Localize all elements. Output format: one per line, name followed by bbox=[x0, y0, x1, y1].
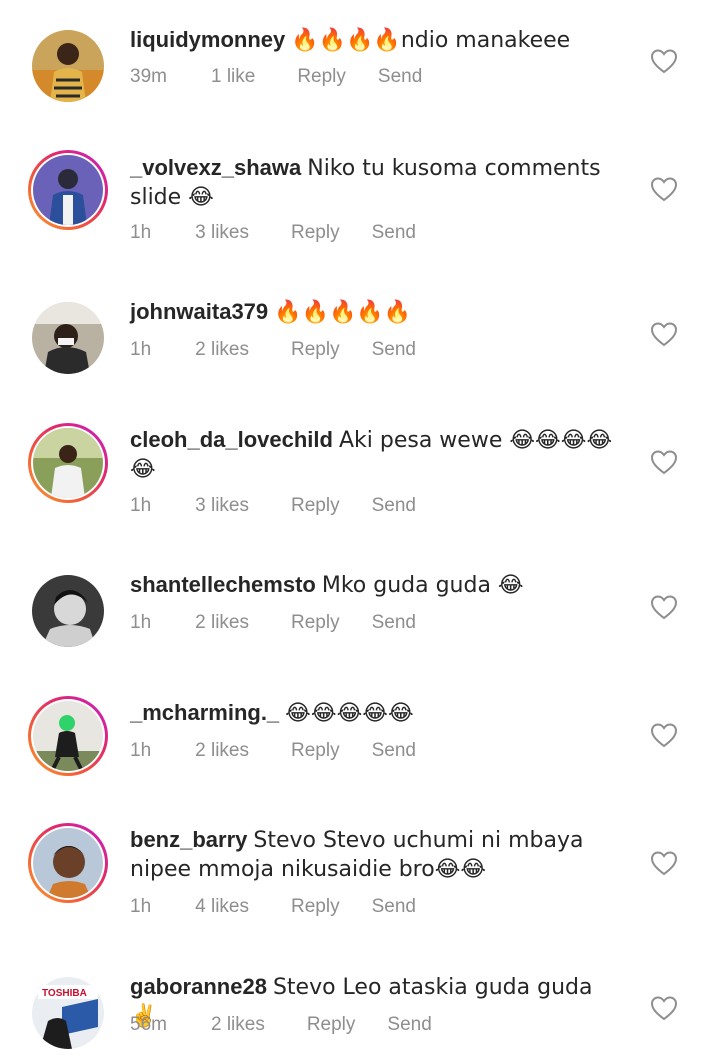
send-button[interactable]: Send bbox=[372, 740, 416, 762]
heart-outline-icon[interactable] bbox=[650, 321, 678, 347]
username[interactable]: johnwaita379 bbox=[130, 299, 268, 324]
avatar[interactable]: TOSHIBA bbox=[28, 973, 108, 1053]
comment-text: _volvexz_shawa Niko tu kusoma comments sl… bbox=[130, 154, 620, 212]
comment-meta: 56m 2 likes Reply Send bbox=[130, 1014, 472, 1036]
username[interactable]: shantellechemsto bbox=[130, 572, 316, 597]
heart-outline-icon[interactable] bbox=[650, 594, 678, 620]
send-button[interactable]: Send bbox=[372, 339, 416, 361]
likes-count[interactable]: 3 likes bbox=[195, 222, 249, 244]
heart-outline-icon[interactable] bbox=[650, 995, 678, 1021]
avatar[interactable] bbox=[28, 696, 108, 776]
timestamp: 39m bbox=[130, 66, 167, 87]
likes-count[interactable]: 2 likes bbox=[211, 1014, 265, 1036]
avatar[interactable] bbox=[28, 26, 108, 106]
timestamp: 1h bbox=[130, 740, 152, 761]
username[interactable]: _volvexz_shawa bbox=[130, 155, 301, 180]
avatar[interactable] bbox=[28, 150, 108, 230]
comments-list: liquidymonney 🔥🔥🔥🔥ndio manakeee 39m 1 lik… bbox=[0, 0, 720, 1063]
comment-meta: 1h 2 likes Reply Send bbox=[130, 612, 456, 634]
timestamp: 1h bbox=[130, 495, 152, 516]
comment-text: liquidymonney 🔥🔥🔥🔥ndio manakeee bbox=[130, 26, 620, 55]
svg-text:TOSHIBA: TOSHIBA bbox=[42, 988, 87, 999]
comment-meta: 1h 3 likes Reply Send bbox=[130, 222, 456, 244]
avatar[interactable] bbox=[28, 423, 108, 503]
reply-button[interactable]: Reply bbox=[291, 740, 340, 762]
comment-body: Mko guda guda 😂 bbox=[321, 573, 524, 598]
comment-meta: 1h 2 likes Reply Send bbox=[130, 740, 456, 762]
timestamp: 1h bbox=[130, 339, 152, 360]
send-button[interactable]: Send bbox=[372, 612, 416, 634]
likes-count[interactable]: 2 likes bbox=[195, 740, 249, 762]
comment-meta: 1h 4 likes Reply Send bbox=[130, 896, 456, 918]
avatar[interactable] bbox=[28, 571, 108, 651]
likes-count[interactable]: 2 likes bbox=[195, 612, 249, 634]
avatar[interactable] bbox=[28, 823, 108, 903]
likes-count[interactable]: 2 likes bbox=[195, 339, 249, 361]
comment-text: johnwaita379 🔥🔥🔥🔥🔥 bbox=[130, 298, 620, 327]
send-button[interactable]: Send bbox=[372, 222, 416, 244]
reply-button[interactable]: Reply bbox=[297, 66, 346, 88]
reply-button[interactable]: Reply bbox=[291, 339, 340, 361]
comment-text: cleoh_da_lovechild Aki pesa wewe 😂😂😂😂😂 bbox=[130, 426, 620, 484]
username[interactable]: gaboranne28 bbox=[130, 974, 267, 999]
likes-count[interactable]: 4 likes bbox=[195, 896, 249, 918]
reply-button[interactable]: Reply bbox=[307, 1014, 356, 1036]
heart-outline-icon[interactable] bbox=[650, 176, 678, 202]
send-button[interactable]: Send bbox=[378, 66, 422, 88]
reply-button[interactable]: Reply bbox=[291, 612, 340, 634]
comment-text: benz_barry Stevo Stevo uchumi ni mbaya ni… bbox=[130, 826, 620, 884]
username[interactable]: benz_barry bbox=[130, 827, 247, 852]
heart-outline-icon[interactable] bbox=[650, 722, 678, 748]
comment-body: 😂😂😂😂😂 bbox=[285, 701, 414, 726]
comment-meta: 1h 2 likes Reply Send bbox=[130, 339, 456, 361]
comment-meta: 1h 3 likes Reply Send bbox=[130, 495, 456, 517]
username[interactable]: _mcharming._ bbox=[130, 700, 279, 725]
timestamp: 1h bbox=[130, 612, 152, 633]
avatar[interactable] bbox=[28, 298, 108, 378]
comment-text: _mcharming._ 😂😂😂😂😂 bbox=[130, 699, 620, 728]
comment-meta: 39m 1 like Reply Send bbox=[130, 66, 462, 88]
likes-count[interactable]: 1 like bbox=[211, 66, 255, 88]
comment-body: 🔥🔥🔥🔥ndio manakeee bbox=[291, 28, 571, 53]
timestamp: 1h bbox=[130, 222, 152, 243]
reply-button[interactable]: Reply bbox=[291, 896, 340, 918]
heart-outline-icon[interactable] bbox=[650, 850, 678, 876]
reply-button[interactable]: Reply bbox=[291, 222, 340, 244]
username[interactable]: liquidymonney bbox=[130, 27, 285, 52]
reply-button[interactable]: Reply bbox=[291, 495, 340, 517]
comment-text: shantellechemsto Mko guda guda 😂 bbox=[130, 571, 620, 600]
timestamp: 56m bbox=[130, 1014, 167, 1035]
send-button[interactable]: Send bbox=[372, 896, 416, 918]
timestamp: 1h bbox=[130, 896, 152, 917]
comment-body: 🔥🔥🔥🔥🔥 bbox=[274, 300, 412, 325]
send-button[interactable]: Send bbox=[387, 1014, 431, 1036]
username[interactable]: cleoh_da_lovechild bbox=[130, 427, 333, 452]
heart-outline-icon[interactable] bbox=[650, 48, 678, 74]
heart-outline-icon[interactable] bbox=[650, 449, 678, 475]
send-button[interactable]: Send bbox=[372, 495, 416, 517]
likes-count[interactable]: 3 likes bbox=[195, 495, 249, 517]
